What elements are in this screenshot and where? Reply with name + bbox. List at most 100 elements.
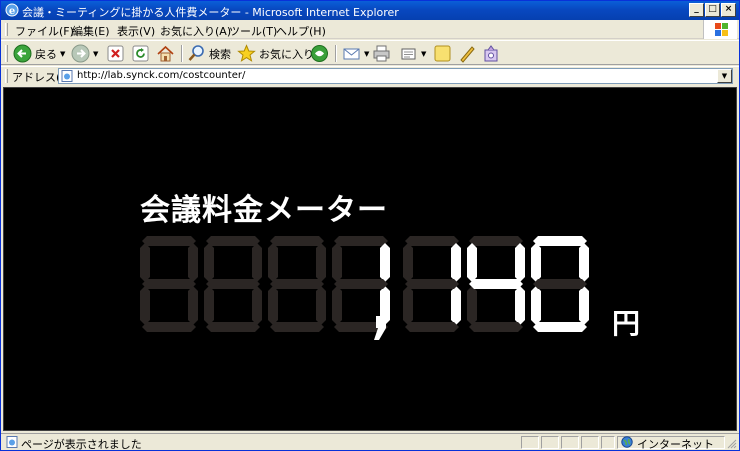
digit-segment [142,236,196,246]
resize-grip-icon[interactable] [725,437,737,449]
menu-grip[interactable] [5,23,8,36]
digit-segment [467,286,477,325]
digit-segment [533,322,587,332]
meter-digit [268,236,326,332]
research-icon [484,45,498,62]
digit-segment [403,243,413,282]
digit-segment [188,286,198,325]
status-pane [521,436,539,449]
digit-segment [204,243,214,282]
refresh-button[interactable] [132,44,149,63]
toolbar-separator [335,45,337,62]
menu-tools[interactable]: ツール(T) [229,23,277,39]
digit-segment [515,286,525,325]
back-arrow-icon [13,44,32,63]
digit-segment [403,286,413,325]
digit-segment [270,236,324,246]
digit-segment [405,322,459,332]
title-bar[interactable]: e 会議・ミーティングに掛かる人件費メーター - Microsoft Inter… [1,1,739,20]
digit-segment [405,279,459,289]
page-icon [61,70,73,82]
windows-logo [703,20,737,39]
address-input[interactable]: http://lab.synck.com/costcounter/ ▼ [58,68,733,84]
stop-icon [107,45,124,62]
digit-segment [579,243,589,282]
toolbar-grip[interactable] [5,45,8,62]
digit-segment [140,286,150,325]
media-button[interactable] [310,44,329,63]
mail-button[interactable]: ▼ [342,44,369,63]
search-button[interactable]: 検索 [187,44,231,63]
meter-digit [531,236,589,332]
digit-segment [204,286,214,325]
discuss-button[interactable] [433,44,452,63]
address-dropdown-button[interactable]: ▼ [717,69,732,83]
internet-globe-icon [621,436,633,448]
digit-segment [206,279,260,289]
page-done-icon [6,436,18,448]
digit-segment [270,279,324,289]
cost-counter-display [140,236,589,340]
meter-digit [204,236,262,332]
address-grip[interactable] [5,69,8,83]
meter-digit [140,236,198,332]
digit-segment [469,236,523,246]
status-bar: ページが表示されました インターネット [1,433,739,451]
media-icon [311,45,328,62]
home-button[interactable] [156,44,175,63]
menu-favorites[interactable]: お気に入り(A) [160,23,231,39]
security-zone-text: インターネット [637,438,714,451]
digit-segment [140,243,150,282]
research-button[interactable] [482,44,501,63]
edit-button[interactable]: ▼ [399,44,426,63]
status-pane [541,436,559,449]
digit-segment [206,236,260,246]
menu-bar: ファイル(F) 編集(E) 表示(V) お気に入り(A) ツール(T) ヘルプ(… [1,20,739,39]
minimize-button[interactable]: _ [689,3,704,17]
status-text: ページが表示されました [21,438,142,451]
digit-segment [188,243,198,282]
address-bar: アドレス(D) http://lab.synck.com/costcounter… [1,66,739,84]
status-pane [561,436,579,449]
digit-segment [380,243,390,282]
mail-icon [343,48,360,60]
digit-segment [332,243,342,282]
menu-view[interactable]: 表示(V) [117,23,155,39]
digit-segment [316,243,326,282]
digit-segment [579,286,589,325]
messenger-button[interactable] [458,44,477,63]
forward-dropdown-icon[interactable]: ▼ [93,50,98,58]
note-icon [434,45,451,62]
print-button[interactable] [372,44,391,63]
digit-segment [531,243,541,282]
status-pane [581,436,599,449]
stop-button[interactable] [107,44,124,63]
digit-segment [469,322,523,332]
address-url[interactable]: http://lab.synck.com/costcounter/ [77,70,245,81]
back-dropdown-icon[interactable]: ▼ [60,50,65,58]
digit-segment [533,236,587,246]
digit-segment [533,279,587,289]
edit-dropdown-icon[interactable]: ▼ [421,50,426,58]
back-button[interactable]: 戻る ▼ [13,44,65,63]
star-icon [237,44,256,62]
digit-segment [334,279,388,289]
favorites-button[interactable]: お気に入り [237,44,314,63]
maximize-button[interactable]: □ [705,3,720,17]
refresh-icon [132,45,149,62]
menu-file[interactable]: ファイル(F) [15,23,74,39]
digit-segment [268,286,278,325]
mail-dropdown-icon[interactable]: ▼ [364,50,369,58]
digit-segment [252,286,262,325]
home-icon [157,45,174,62]
edit-page-icon [401,48,416,60]
digit-segment [316,286,326,325]
close-button[interactable]: × [721,3,736,17]
browser-window: e 会議・ミーティングに掛かる人件費メーター - Microsoft Inter… [0,0,740,451]
digit-segment [451,286,461,325]
menu-edit[interactable]: 編集(E) [72,23,110,39]
digit-segment [334,236,388,246]
forward-button[interactable]: ▼ [71,44,98,63]
menu-help[interactable]: ヘルプ(H) [276,23,326,39]
digit-segment [469,279,523,289]
